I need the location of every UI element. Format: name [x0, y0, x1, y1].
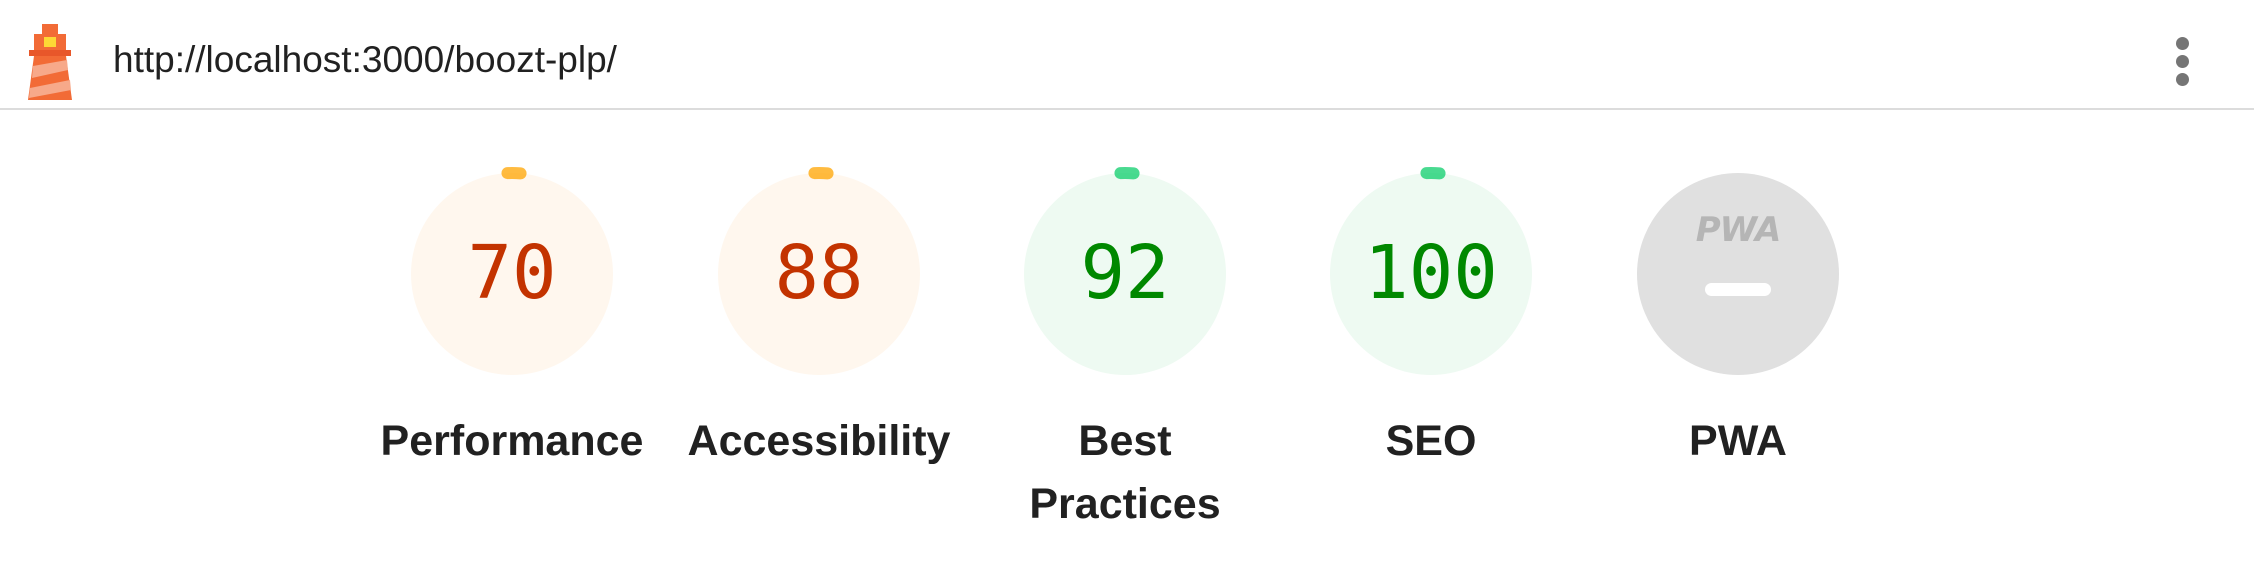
gauge-background	[1637, 173, 1839, 375]
report-topbar: http://localhost:3000/boozt-plp/	[0, 0, 2254, 110]
score-value: 88	[774, 230, 864, 316]
score-value: 100	[1364, 230, 1498, 316]
menu-dot	[2176, 73, 2189, 86]
not-applicable-dash	[1705, 283, 1771, 296]
gauge-ring	[1637, 173, 1839, 375]
menu-dot	[2176, 37, 2189, 50]
kebab-menu-icon[interactable]	[2166, 34, 2200, 90]
score-value: 70	[467, 230, 557, 316]
lighthouse-icon	[28, 24, 72, 100]
menu-dot	[2176, 55, 2189, 68]
category-label: SEO	[1385, 417, 1477, 465]
category-label: PWA	[1689, 417, 1787, 465]
category-label: Performance	[380, 417, 644, 465]
score-value: 92	[1080, 230, 1170, 316]
category-label: Best Practices	[1029, 417, 1221, 528]
category-gauges: 70 Performance 88 Accessibility 92 Best …	[0, 110, 2254, 582]
category-label: Accessibility	[687, 417, 951, 465]
pwa-badge-icon: PWA	[1695, 210, 1782, 250]
page-url[interactable]: http://localhost:3000/boozt-plp/	[113, 38, 617, 82]
